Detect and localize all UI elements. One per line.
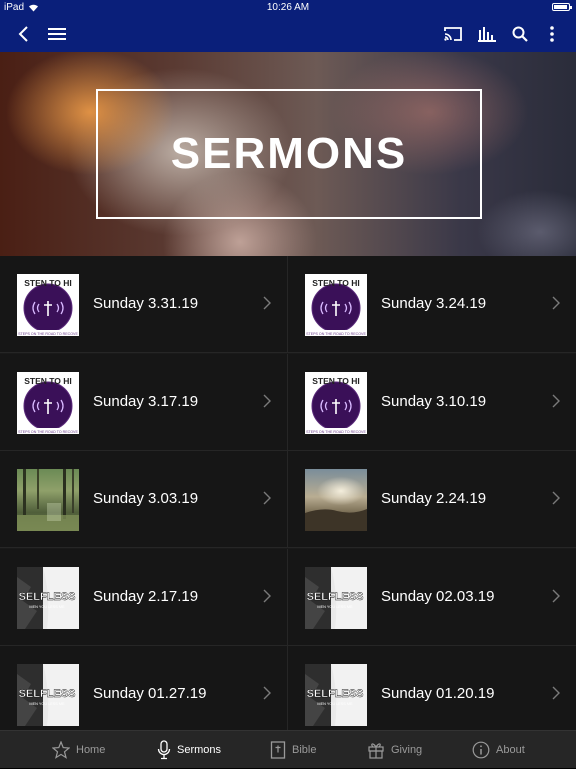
chevron-right-icon	[263, 686, 271, 700]
tab-label: Giving	[391, 744, 423, 756]
thumb-top-text: STEN TO HI	[24, 278, 72, 288]
sermon-list-item[interactable]: Sunday 3.03.19	[0, 451, 288, 548]
more-vertical-icon	[550, 26, 554, 42]
svg-text:STEPS ON THE ROAD TO RECOVE: STEPS ON THE ROAD TO RECOVE	[306, 430, 366, 434]
audio-button[interactable]	[474, 16, 500, 52]
sermon-title: Sunday 01.27.19	[93, 685, 207, 702]
bottom-tab-bar: Home Sermons Bible Giving About	[0, 730, 576, 768]
sermon-title: Sunday 3.24.19	[381, 295, 487, 312]
audio-bars-icon	[478, 27, 496, 42]
tab-label: Home	[76, 744, 106, 756]
chevron-right-icon	[263, 394, 271, 407]
star-icon	[52, 741, 70, 759]
microphone-icon	[157, 740, 171, 760]
hero-frame: SERMONS	[96, 89, 482, 219]
chevron-right-icon	[552, 491, 560, 505]
search-icon	[512, 26, 528, 42]
svg-text:SELFLESS: SELFLESS	[19, 591, 76, 603]
tab-sermons[interactable]: Sermons	[157, 731, 221, 769]
search-button[interactable]	[507, 16, 533, 52]
sermon-title: Sunday 2.24.19	[381, 490, 487, 507]
sermon-title: Sunday 3.03.19	[93, 490, 199, 507]
sermon-list-item[interactable]: STEN TO HI STEPS ON THE ROAD TO RECOVE Sun…	[288, 353, 576, 451]
back-button[interactable]	[10, 16, 36, 52]
chevron-right-icon	[552, 296, 560, 310]
chevron-right-icon	[263, 491, 271, 505]
battery-icon	[552, 3, 572, 11]
status-time: 10:26 AM	[266, 2, 310, 13]
sermon-grid: STEN TO HI STEPS ON THE ROAD TO RECOVE Sun…	[0, 256, 576, 743]
svg-text:MEN YOU LESS ME: MEN YOU LESS ME	[29, 605, 65, 609]
tab-about[interactable]: About	[472, 731, 525, 769]
sermon-title: Sunday 2.17.19	[93, 587, 199, 605]
svg-text:MEN YOU LESS ME: MEN YOU LESS ME	[29, 702, 65, 706]
svg-text:SELFLESS: SELFLESS	[307, 591, 364, 603]
thumb-top-text: STEN TO HI	[312, 376, 360, 386]
page-title: SERMONS	[170, 129, 408, 178]
svg-text:STEPS ON THE ROAD TO RECOVE: STEPS ON THE ROAD TO RECOVE	[306, 332, 366, 336]
chevron-right-icon	[552, 686, 560, 700]
menu-icon	[48, 28, 66, 40]
sermon-thumbnail	[305, 469, 367, 531]
sermon-title: Sunday 02.03.19	[381, 587, 495, 605]
sermon-list-item[interactable]: STEN TO HI STEPS ON THE ROAD TO RECOVE Sun…	[0, 353, 288, 451]
more-button[interactable]	[540, 16, 564, 52]
thumb-top-text: STEN TO HI	[312, 278, 360, 288]
sermon-list-item[interactable]: SELFLESS MEN YOU LESS ME Sunday 02.03.19	[288, 548, 576, 646]
sermon-thumbnail: STEN TO HI STEPS ON THE ROAD TO RECOVE	[17, 371, 79, 434]
sermon-thumbnail: SELFLESS MEN YOU LESS ME	[305, 566, 367, 629]
chevron-right-icon	[263, 296, 271, 310]
info-icon	[472, 741, 490, 759]
chevron-right-icon	[552, 394, 560, 407]
tab-bible[interactable]: Bible	[270, 731, 316, 769]
chevron-right-icon	[263, 589, 271, 602]
cast-icon	[444, 27, 462, 41]
sermon-list-item[interactable]: STEN TO HI STEPS ON THE ROAD TO RECOVE Sun…	[288, 256, 576, 353]
tab-label: Sermons	[177, 744, 222, 756]
sermon-thumbnail: SELFLESS MEN YOU LESS ME	[17, 566, 79, 629]
sermon-list-item[interactable]: SELFLESS MEN YOU LESS ME Sunday 01.20.19	[288, 646, 576, 743]
tab-label: Bible	[292, 744, 317, 756]
svg-text:STEPS ON THE ROAD TO RECOVE: STEPS ON THE ROAD TO RECOVE	[18, 430, 78, 434]
sermon-list-item[interactable]: SELFLESS MEN YOU LESS ME Sunday 2.17.19	[0, 548, 288, 646]
gift-icon	[367, 741, 385, 759]
tab-home[interactable]: Home	[52, 731, 105, 769]
cast-button[interactable]	[440, 16, 466, 52]
chevron-right-icon	[552, 589, 560, 602]
sermon-thumbnail: SELFLESS MEN YOU LESS ME	[17, 664, 79, 726]
sermon-list-item[interactable]: STEN TO HI STEPS ON THE ROAD TO RECOVE Sun…	[0, 256, 288, 353]
sermon-title: Sunday 01.20.19	[381, 685, 495, 702]
svg-text:STEPS ON THE ROAD TO RECOVE: STEPS ON THE ROAD TO RECOVE	[18, 332, 78, 336]
sermon-thumbnail: STEN TO HI STEPS ON THE ROAD TO RECOVE	[305, 371, 367, 434]
hero-banner: SERMONS	[0, 52, 576, 256]
back-icon	[18, 26, 28, 42]
bible-icon	[270, 741, 286, 759]
top-navbar	[0, 16, 576, 52]
tab-label: About	[496, 744, 525, 756]
sermon-title: Sunday 3.17.19	[93, 392, 199, 410]
svg-text:MEN YOU LESS ME: MEN YOU LESS ME	[317, 702, 353, 706]
svg-text:SELFLESS: SELFLESS	[19, 688, 76, 700]
sermon-title: Sunday 3.10.19	[381, 392, 487, 410]
svg-text:MEN YOU LESS ME: MEN YOU LESS ME	[317, 605, 353, 609]
sermon-list-item[interactable]: SELFLESS MEN YOU LESS ME Sunday 01.27.19	[0, 646, 288, 743]
tab-giving[interactable]: Giving	[367, 731, 422, 769]
sermon-thumbnail	[17, 469, 79, 531]
svg-text:SELFLESS: SELFLESS	[307, 688, 364, 700]
menu-button[interactable]	[44, 16, 70, 52]
sermon-thumbnail: SELFLESS MEN YOU LESS ME	[305, 664, 367, 726]
sermon-thumbnail: STEN TO HI STEPS ON THE ROAD TO RECOVE	[305, 274, 367, 336]
sermon-list-item[interactable]: Sunday 2.24.19	[288, 451, 576, 548]
status-bar: iPad 10:26 AM	[0, 0, 576, 16]
thumb-top-text: STEN TO HI	[24, 376, 72, 386]
sermon-title: Sunday 3.31.19	[93, 295, 199, 312]
sermon-thumbnail: STEN TO HI STEPS ON THE ROAD TO RECOVE	[17, 274, 79, 336]
